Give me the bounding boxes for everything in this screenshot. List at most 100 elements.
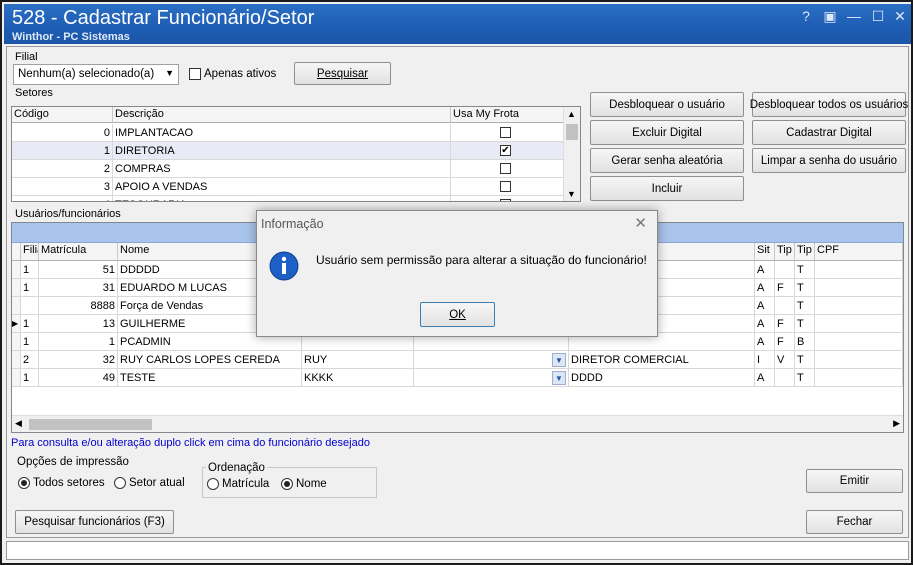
gerar-senha-button[interactable]: Gerar senha aleatória <box>590 148 744 173</box>
setor-descricao[interactable]: COMPRAS <box>113 160 451 178</box>
scroll-down-icon[interactable]: ▼ <box>567 189 576 199</box>
usuario-cell-tip1[interactable]: F <box>775 279 795 297</box>
row-indicator[interactable] <box>12 297 21 315</box>
usuario-cell-blank[interactable] <box>815 369 903 387</box>
usuario-cell-matricula[interactable]: 51 <box>39 261 118 279</box>
scroll-left-icon[interactable]: ◀ <box>15 418 22 429</box>
minimize-icon[interactable]: — <box>845 8 863 24</box>
usa-my-frota-checkbox[interactable]: ✔ <box>500 145 511 156</box>
usuario-cell-filial[interactable]: 2 <box>21 351 39 369</box>
usuario-cell-blank[interactable] <box>815 279 903 297</box>
usuario-cell-matricula[interactable]: 13 <box>39 315 118 333</box>
dropdown-arrow-icon[interactable]: ▼ <box>552 353 566 367</box>
usuario-cell-blank[interactable] <box>815 261 903 279</box>
usuarios-col-header[interactable] <box>12 243 21 261</box>
usa-my-frota-checkbox[interactable] <box>500 163 511 174</box>
usuarios-col-header[interactable]: Tip <box>795 243 815 261</box>
usuario-cell-filial[interactable]: 1 <box>21 279 39 297</box>
usuarios-col-header[interactable]: Filial <box>21 243 39 261</box>
scroll-thumb[interactable] <box>566 124 578 140</box>
setor-descricao[interactable]: DIRETORIA <box>113 142 451 160</box>
usa-my-frota-checkbox[interactable] <box>500 181 511 192</box>
todos-setores-radio[interactable] <box>18 477 30 489</box>
usuario-cell-tip1[interactable] <box>775 369 795 387</box>
row-indicator[interactable] <box>12 333 21 351</box>
col-codigo[interactable]: Código <box>12 107 113 123</box>
usuario-cell-blank[interactable] <box>815 297 903 315</box>
row-indicator[interactable] <box>12 369 21 387</box>
usuario-cell-tip1[interactable] <box>775 261 795 279</box>
restore-icon[interactable]: ▣ <box>821 8 839 25</box>
usuario-cell-tip1[interactable]: V <box>775 351 795 369</box>
row-indicator[interactable] <box>12 261 21 279</box>
setor-usa-my-frota[interactable] <box>451 124 564 142</box>
setor-codigo[interactable]: 0 <box>12 124 113 142</box>
usuario-cell-blank[interactable] <box>815 333 903 351</box>
usuario-cell-filial[interactable]: 1 <box>21 315 39 333</box>
usuario-cell-filial[interactable]: 1 <box>21 333 39 351</box>
usuario-cell-sit[interactable]: A <box>755 297 775 315</box>
scroll-right-icon[interactable]: ▶ <box>893 418 900 429</box>
setor-usa-my-frota[interactable] <box>451 178 564 196</box>
usa-my-frota-checkbox[interactable] <box>500 199 511 201</box>
setores-scrollbar[interactable]: ▲ ▼ <box>563 107 580 201</box>
usuario-cell-sit[interactable]: A <box>755 261 775 279</box>
emitir-button[interactable]: Emitir <box>806 469 903 493</box>
usuario-cell-setor[interactable]: DDDD <box>569 369 755 387</box>
usuario-cell-sit[interactable]: A <box>755 315 775 333</box>
scroll-up-icon[interactable]: ▲ <box>567 109 576 119</box>
usuario-cell-matricula[interactable]: 49 <box>39 369 118 387</box>
usuario-cell-nome[interactable]: TESTE <box>118 369 302 387</box>
setor-codigo[interactable]: 4 <box>12 196 113 201</box>
matricula-radio[interactable] <box>207 478 219 490</box>
usuario-cell-login[interactable]: KKKK <box>302 369 414 387</box>
usuario-cell-sit[interactable]: I <box>755 351 775 369</box>
usuario-cell-tip2[interactable]: T <box>795 279 815 297</box>
usuario-cell-nome[interactable]: RUY CARLOS LOPES CEREDA <box>118 351 302 369</box>
usuario-cell-matricula[interactable]: 1 <box>39 333 118 351</box>
setor-descricao[interactable]: TESOURARIA <box>113 196 451 201</box>
usuarios-col-header[interactable]: Tip <box>775 243 795 261</box>
filial-combo[interactable]: Nenhum(a) selecionado(a) ▼ <box>13 64 179 85</box>
nome-radio[interactable] <box>281 478 293 490</box>
usuarios-col-header[interactable]: Matrícula <box>39 243 118 261</box>
usa-my-frota-checkbox[interactable] <box>500 127 511 138</box>
desbloquear-usuario-button[interactable]: Desbloquear o usuário <box>590 92 744 117</box>
desbloquear-todos-button[interactable]: Desbloquear todos os usuários <box>750 92 908 117</box>
dialog-close-icon[interactable]: ✕ <box>634 214 647 232</box>
ok-button[interactable]: OK <box>420 302 495 327</box>
usuarios-col-header[interactable]: Sit <box>755 243 775 261</box>
usuario-cell-filial[interactable]: 1 <box>21 261 39 279</box>
usuario-cell-login[interactable]: RUY <box>302 351 414 369</box>
limpar-senha-button[interactable]: Limpar a senha do usuário <box>752 148 906 173</box>
dropdown-arrow-icon[interactable]: ▼ <box>552 371 566 385</box>
usuario-cell-blank[interactable] <box>815 315 903 333</box>
pesquisar-funcionarios-button[interactable]: Pesquisar funcionários (F3) <box>15 510 174 534</box>
maximize-icon[interactable]: ☐ <box>869 8 887 25</box>
usuario-cell-tip1[interactable]: F <box>775 333 795 351</box>
setor-descricao[interactable]: APOIO A VENDAS <box>113 178 451 196</box>
usuario-cell-tip2[interactable]: T <box>795 297 815 315</box>
setor-descricao[interactable]: IMPLANTACAO <box>113 124 451 142</box>
setor-usa-my-frota[interactable] <box>451 160 564 178</box>
usuario-cell-tip2[interactable]: T <box>795 351 815 369</box>
hscroll-thumb[interactable] <box>29 419 152 430</box>
usuario-cell-sit[interactable]: A <box>755 279 775 297</box>
usuario-cell-blank[interactable]: ▼ <box>414 369 569 387</box>
row-indicator[interactable] <box>12 279 21 297</box>
setor-codigo[interactable]: 2 <box>12 160 113 178</box>
cadastrar-digital-button[interactable]: Cadastrar Digital <box>752 120 906 145</box>
apenas-ativos-checkbox[interactable] <box>189 68 201 80</box>
usuarios-hscrollbar[interactable]: ◀ ▶ <box>12 415 903 432</box>
usuario-cell-sit[interactable]: A <box>755 369 775 387</box>
incluir-button[interactable]: Incluir <box>590 176 744 201</box>
setor-atual-radio[interactable] <box>114 477 126 489</box>
usuario-cell-blank[interactable]: ▼ <box>414 351 569 369</box>
usuario-cell-matricula[interactable]: 31 <box>39 279 118 297</box>
usuario-cell-tip2[interactable]: T <box>795 261 815 279</box>
usuario-cell-tip2[interactable]: B <box>795 333 815 351</box>
usuario-cell-sit[interactable]: A <box>755 333 775 351</box>
usuario-cell-setor[interactable]: DIRETOR COMERCIAL <box>569 351 755 369</box>
usuario-cell-matricula[interactable]: 8888 <box>39 297 118 315</box>
help-icon[interactable]: ? <box>797 8 815 24</box>
